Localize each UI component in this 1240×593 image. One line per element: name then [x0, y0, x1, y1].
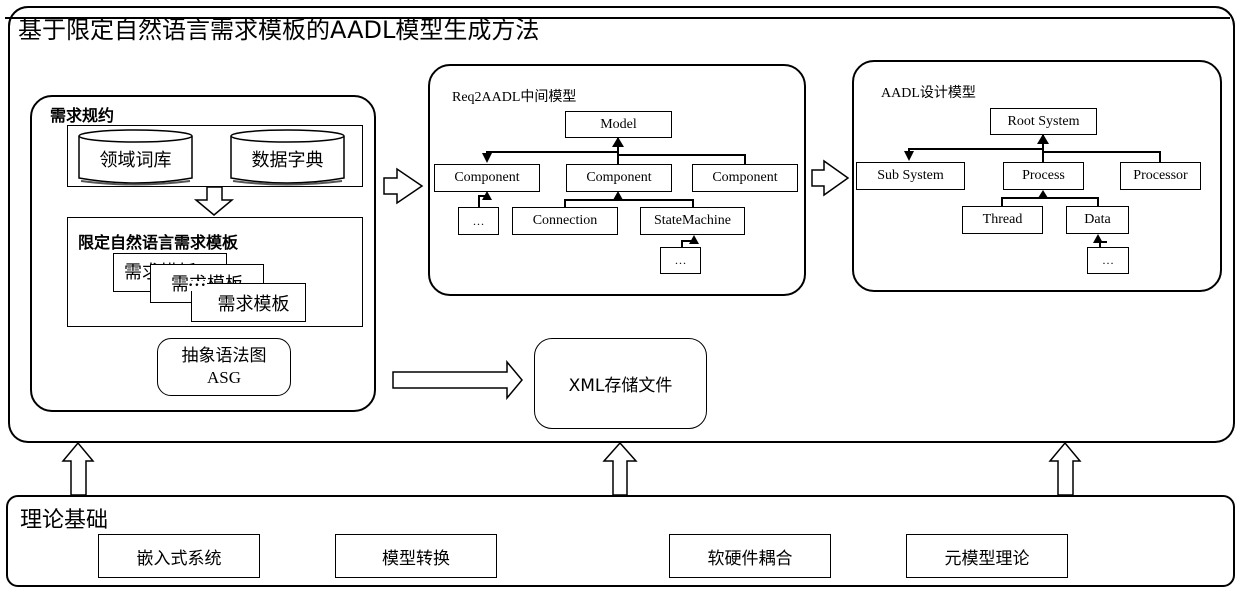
asg-box: 抽象语法图 ASG	[157, 338, 291, 396]
node-component: Component	[434, 164, 540, 192]
theory-item-hw-sw-coupling: 软硬件耦合	[669, 534, 831, 578]
intermediate-model-title: Req2AADL中间模型	[452, 90, 577, 105]
up-arrow-icon	[61, 441, 95, 496]
page-title: 基于限定自然语言需求模板的AADL模型生成方法	[18, 16, 540, 44]
database-domain-lexicon: 领域词库	[78, 128, 193, 186]
node-processor: Processor	[1120, 162, 1201, 190]
node-ellipsis: …	[1087, 247, 1129, 274]
asg-label-en: ASG	[206, 368, 241, 387]
node-process: Process	[1003, 162, 1084, 190]
node-ellipsis: …	[660, 247, 701, 274]
node-ellipsis: …	[458, 207, 499, 235]
asg-label-cn: 抽象语法图	[181, 346, 267, 366]
node-data: Data	[1066, 206, 1129, 234]
node-sub-system: Sub System	[856, 162, 965, 190]
template-section-title: 限定自然语言需求模板	[78, 233, 239, 252]
up-arrow-icon	[602, 441, 638, 496]
template-ellipsis: •••	[188, 281, 207, 291]
theory-item-embedded: 嵌入式系统	[98, 534, 260, 578]
database-data-dictionary: 数据字典	[230, 128, 345, 186]
theory-item-model-transform: 模型转换	[335, 534, 497, 578]
node-model: Model	[565, 111, 672, 138]
node-component: Component	[566, 164, 672, 192]
requirement-spec-title: 需求规约	[50, 106, 115, 125]
node-connection: Connection	[512, 207, 618, 235]
up-arrow-icon	[1048, 441, 1082, 496]
xml-storage-box: XML存储文件	[534, 338, 707, 429]
template-card-label: 需求模板	[217, 293, 290, 315]
theory-title: 理论基础	[20, 508, 109, 533]
design-model-title: AADL设计模型	[881, 86, 976, 101]
theory-item-metamodel: 元模型理论	[906, 534, 1068, 578]
node-root-system: Root System	[990, 108, 1097, 135]
database-label: 数据字典	[251, 150, 324, 171]
template-card: 需求模板	[191, 283, 306, 322]
database-label: 领域词库	[99, 150, 172, 171]
node-component: Component	[692, 164, 798, 192]
node-state-machine: StateMachine	[640, 207, 745, 235]
node-thread: Thread	[962, 206, 1043, 234]
